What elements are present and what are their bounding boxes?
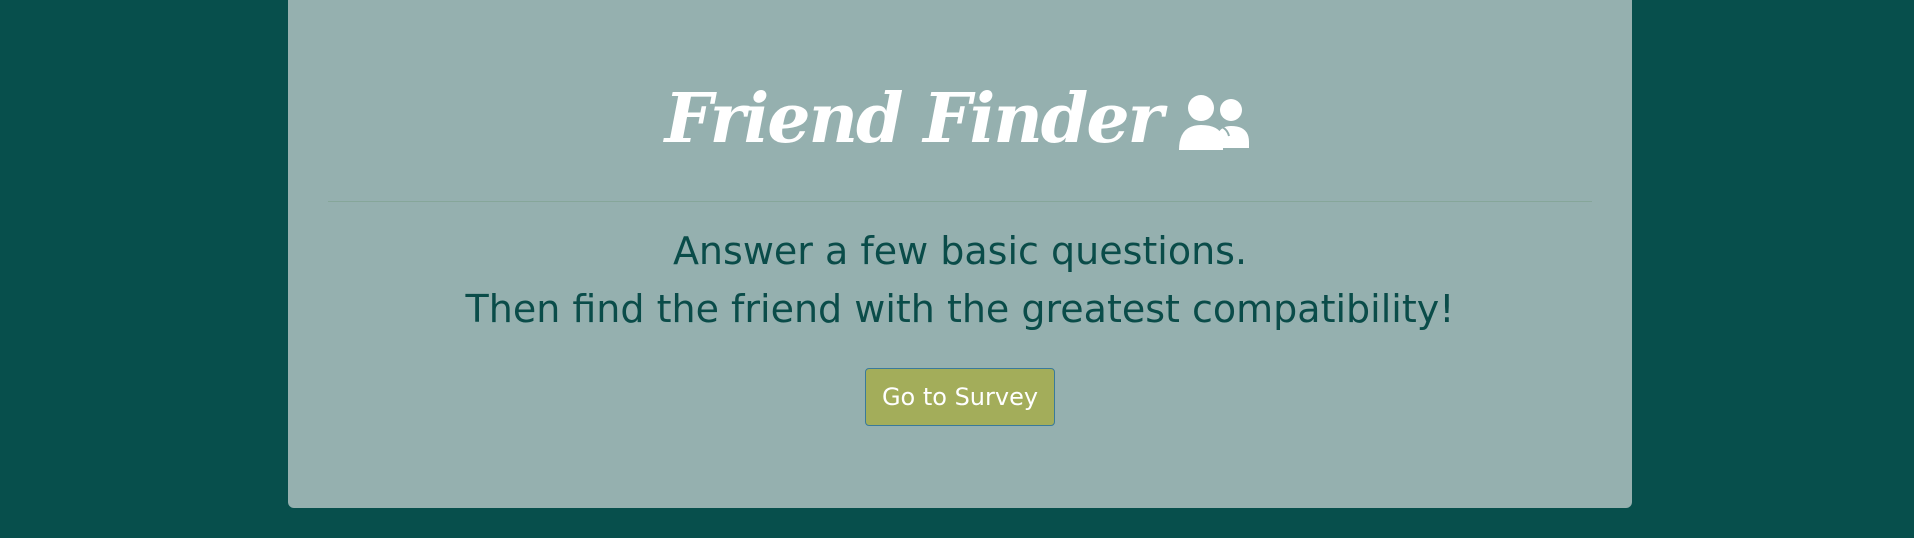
- header: Friend Finder: [288, 64, 1632, 174]
- lead-text: Answer a few basic questions. Then find …: [288, 222, 1632, 338]
- divider: [328, 201, 1592, 202]
- users-icon: [1179, 95, 1250, 150]
- page-title: Friend Finder: [664, 79, 1164, 159]
- lead-line-2: Then find the friend with the greatest c…: [465, 287, 1455, 331]
- go-to-survey-button[interactable]: Go to Survey: [865, 368, 1055, 426]
- jumbotron-panel: Friend Finder Answer a few basic questio…: [288, 0, 1632, 508]
- lead-line-1: Answer a few basic questions.: [672, 229, 1248, 273]
